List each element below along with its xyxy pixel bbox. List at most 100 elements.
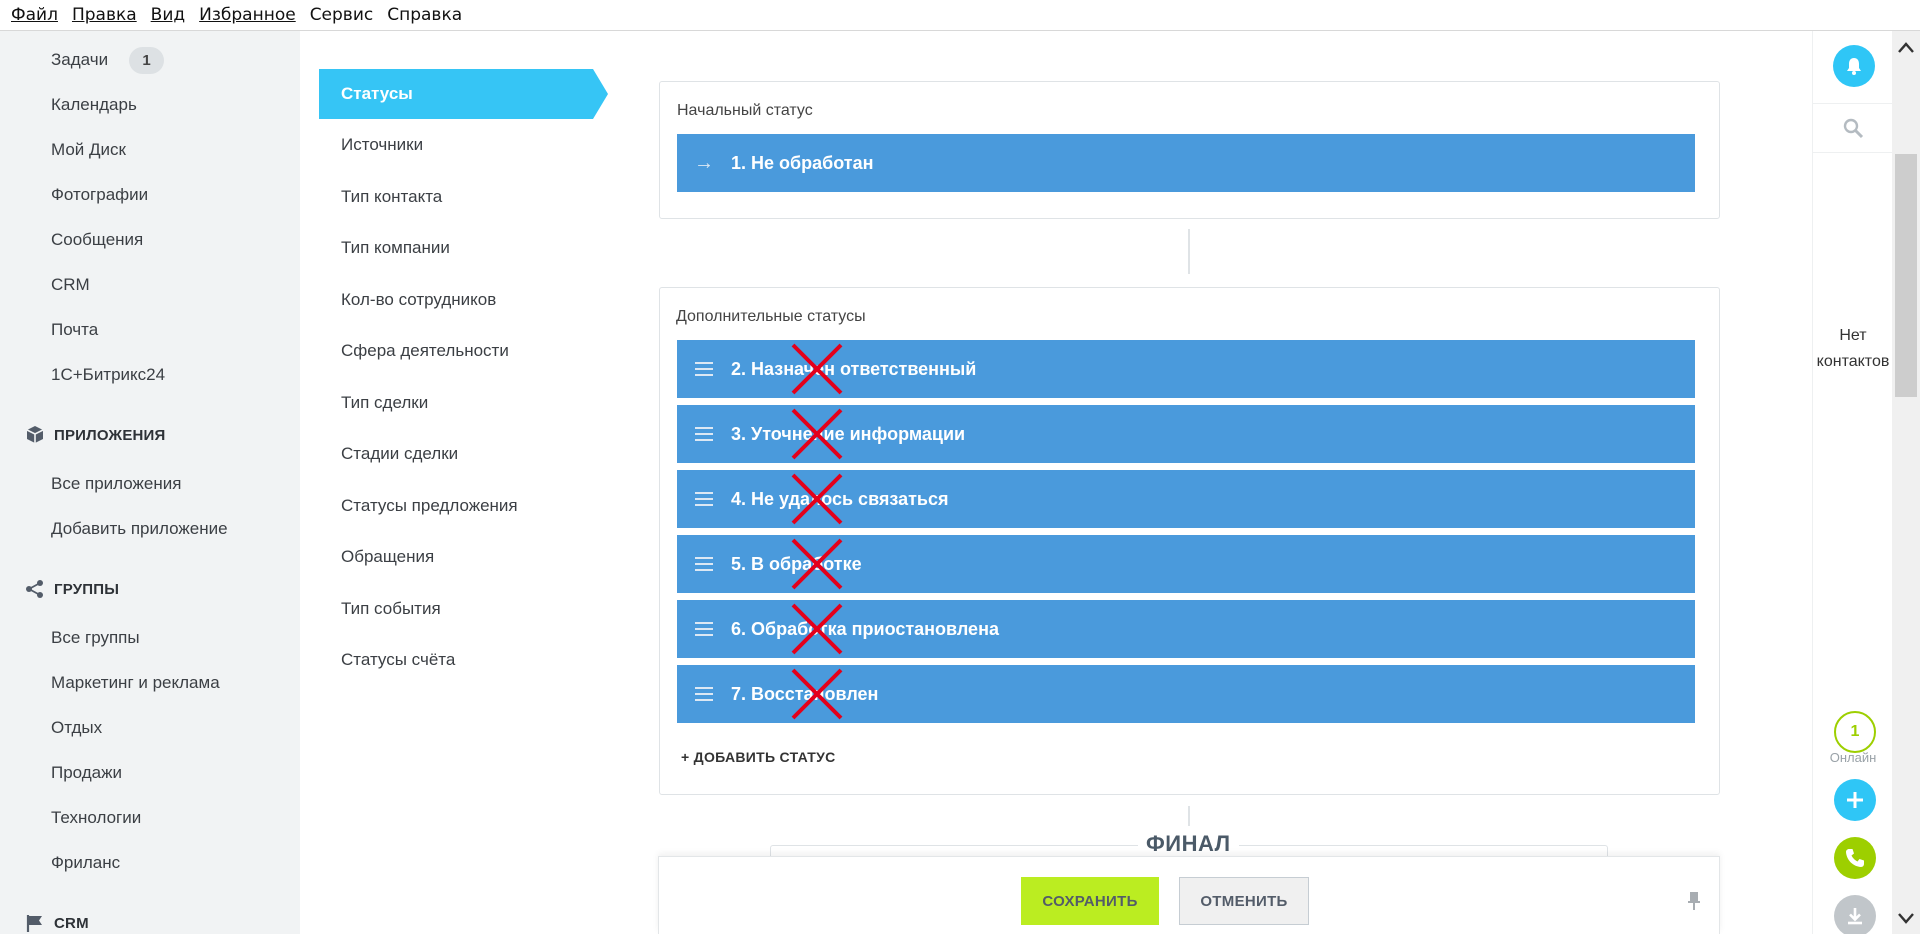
- sidebar-item-mail[interactable]: Почта: [51, 320, 98, 340]
- status-item[interactable]: 2. Назначен ответственный: [677, 340, 1695, 398]
- scroll-down-button[interactable]: [1892, 910, 1920, 930]
- save-button[interactable]: СОХРАНИТЬ: [1021, 877, 1159, 925]
- status-label: 1. Не обработан: [731, 152, 874, 173]
- settings-item-quote-statuses[interactable]: Статусы предложения: [341, 496, 518, 516]
- status-label: 2. Назначен ответственный: [731, 358, 977, 379]
- no-contacts-line: Нет: [1839, 327, 1867, 344]
- online-label: Онлайн: [1829, 750, 1877, 765]
- arrow-right-icon: →: [694, 151, 714, 174]
- drag-handle-icon[interactable]: [677, 492, 731, 506]
- status-item[interactable]: 5. В обработке: [677, 535, 1695, 593]
- no-contacts-line: контактов: [1816, 353, 1890, 370]
- sidebar-item-messages[interactable]: Сообщения: [51, 230, 143, 250]
- sidebar-item-sales[interactable]: Продажи: [51, 763, 122, 783]
- no-contacts-message: Нет контактов: [1813, 323, 1893, 375]
- drag-handle-icon[interactable]: [677, 362, 731, 376]
- sidebar-item-marketing[interactable]: Маркетинг и реклама: [51, 673, 220, 693]
- settings-item-statuses[interactable]: Статусы: [319, 69, 608, 119]
- status-label: 4. Не удалось связаться: [731, 488, 949, 509]
- crm-heading-label: CRM: [54, 914, 89, 932]
- connector-line: [1188, 229, 1190, 274]
- settings-item-deal-stages[interactable]: Стадии сделки: [341, 444, 458, 464]
- sidebar-item-calendar[interactable]: Календарь: [51, 95, 137, 115]
- page-scrollbar[interactable]: [1892, 31, 1920, 934]
- settings-menu: Статусы: [300, 31, 610, 934]
- settings-item-industry[interactable]: Сфера деятельности: [341, 341, 509, 361]
- chevron-down-icon: [1898, 913, 1914, 924]
- cancel-button[interactable]: ОТМЕНИТЬ: [1179, 877, 1309, 925]
- sidebar-item-technology[interactable]: Технологии: [51, 808, 141, 828]
- menu-file[interactable]: Файл: [4, 0, 65, 31]
- settings-item-contact-type[interactable]: Тип контакта: [341, 187, 442, 207]
- groups-heading-label: ГРУППЫ: [54, 580, 120, 598]
- settings-item-employees[interactable]: Кол-во сотрудников: [341, 290, 496, 310]
- status-item-initial[interactable]: → 1. Не обработан: [677, 134, 1695, 192]
- plus-icon: [1847, 792, 1863, 808]
- phone-icon: [1846, 849, 1864, 867]
- sidebar-item-all-groups[interactable]: Все группы: [51, 628, 140, 648]
- sidebar-heading-apps[interactable]: ПРИЛОЖЕНИЯ: [25, 425, 166, 445]
- add-button[interactable]: [1834, 779, 1876, 821]
- sidebar-item-leisure[interactable]: Отдых: [51, 718, 102, 738]
- sidebar-item-tasks[interactable]: Задачи: [51, 50, 108, 70]
- search-button[interactable]: [1813, 103, 1893, 153]
- sidebar-item-freelance[interactable]: Фриланс: [51, 853, 120, 873]
- apps-heading-label: ПРИЛОЖЕНИЯ: [54, 426, 166, 444]
- footer-panel: СОХРАНИТЬ ОТМЕНИТЬ: [658, 856, 1720, 934]
- sidebar-item-my-drive[interactable]: Мой Диск: [51, 140, 126, 160]
- chevron-up-icon: [1898, 42, 1914, 53]
- right-sidebar: Нет контактов 1 Онлайн: [1812, 31, 1893, 934]
- drag-handle-icon[interactable]: [677, 557, 731, 571]
- notifications-button[interactable]: [1833, 45, 1875, 87]
- status-label: 6. Обработка приостановлена: [731, 618, 999, 639]
- status-item[interactable]: 3. Уточнение информации: [677, 405, 1695, 463]
- left-sidebar: Задачи 1 Календарь Мой Диск Фотографии С…: [0, 31, 300, 934]
- sidebar-heading-groups[interactable]: ГРУППЫ: [25, 579, 119, 599]
- settings-item-invoice-statuses[interactable]: Статусы счёта: [341, 650, 455, 670]
- bell-icon: [1847, 58, 1861, 75]
- status-item[interactable]: 7. Восстановлен: [677, 665, 1695, 723]
- status-item[interactable]: 6. Обработка приостановлена: [677, 600, 1695, 658]
- pin-icon[interactable]: [1687, 891, 1701, 911]
- sidebar-item-add-app[interactable]: Добавить приложение: [51, 519, 228, 539]
- additional-statuses-title: Дополнительные статусы: [676, 308, 866, 325]
- scroll-up-button[interactable]: [1892, 39, 1920, 59]
- settings-item-appeals[interactable]: Обращения: [341, 547, 434, 567]
- share-icon: [26, 580, 43, 598]
- final-section-title: ФИНАЛ: [1138, 831, 1239, 857]
- download-icon: [1848, 908, 1862, 925]
- menu-bar: Файл Правка Вид Избранное Сервис Справка: [0, 0, 1920, 31]
- online-count-badge[interactable]: 1: [1834, 711, 1876, 753]
- status-label: 5. В обработке: [731, 553, 862, 574]
- status-label: 3. Уточнение информации: [731, 423, 966, 444]
- call-button[interactable]: [1834, 837, 1876, 879]
- initial-status-title: Начальный статус: [677, 102, 813, 119]
- settings-item-company-type[interactable]: Тип компании: [341, 238, 450, 258]
- settings-item-deal-type[interactable]: Тип сделки: [341, 393, 428, 413]
- download-button[interactable]: [1834, 895, 1876, 934]
- sidebar-item-photos[interactable]: Фотографии: [51, 185, 148, 205]
- sidebar-item-crm[interactable]: CRM: [51, 275, 90, 295]
- sidebar-item-1c-bitrix24[interactable]: 1С+Битрикс24: [51, 365, 165, 385]
- drag-handle-icon[interactable]: [677, 622, 731, 636]
- box-icon: [26, 426, 44, 443]
- menu-view[interactable]: Вид: [144, 0, 192, 31]
- drag-handle-icon[interactable]: [677, 427, 731, 441]
- sidebar-item-all-apps[interactable]: Все приложения: [51, 474, 181, 494]
- settings-item-event-type[interactable]: Тип события: [341, 599, 441, 619]
- connector-line: [1188, 806, 1190, 826]
- menu-tools[interactable]: Сервис: [303, 0, 381, 31]
- menu-edit[interactable]: Правка: [65, 0, 144, 31]
- status-label: 7. Восстановлен: [731, 683, 879, 704]
- drag-handle-icon[interactable]: [677, 687, 731, 701]
- menu-favorites[interactable]: Избранное: [192, 0, 303, 31]
- settings-item-sources[interactable]: Источники: [341, 135, 423, 155]
- sidebar-heading-crm[interactable]: CRM: [25, 913, 89, 933]
- menu-help[interactable]: Справка: [380, 0, 469, 31]
- status-item[interactable]: 4. Не удалось связаться: [677, 470, 1695, 528]
- add-status-button[interactable]: + ДОБАВИТЬ СТАТУС: [681, 749, 836, 765]
- scroll-thumb[interactable]: [1895, 154, 1917, 397]
- tasks-count-badge: 1: [129, 47, 164, 74]
- flag-icon: [26, 915, 42, 932]
- search-icon: [1843, 118, 1864, 139]
